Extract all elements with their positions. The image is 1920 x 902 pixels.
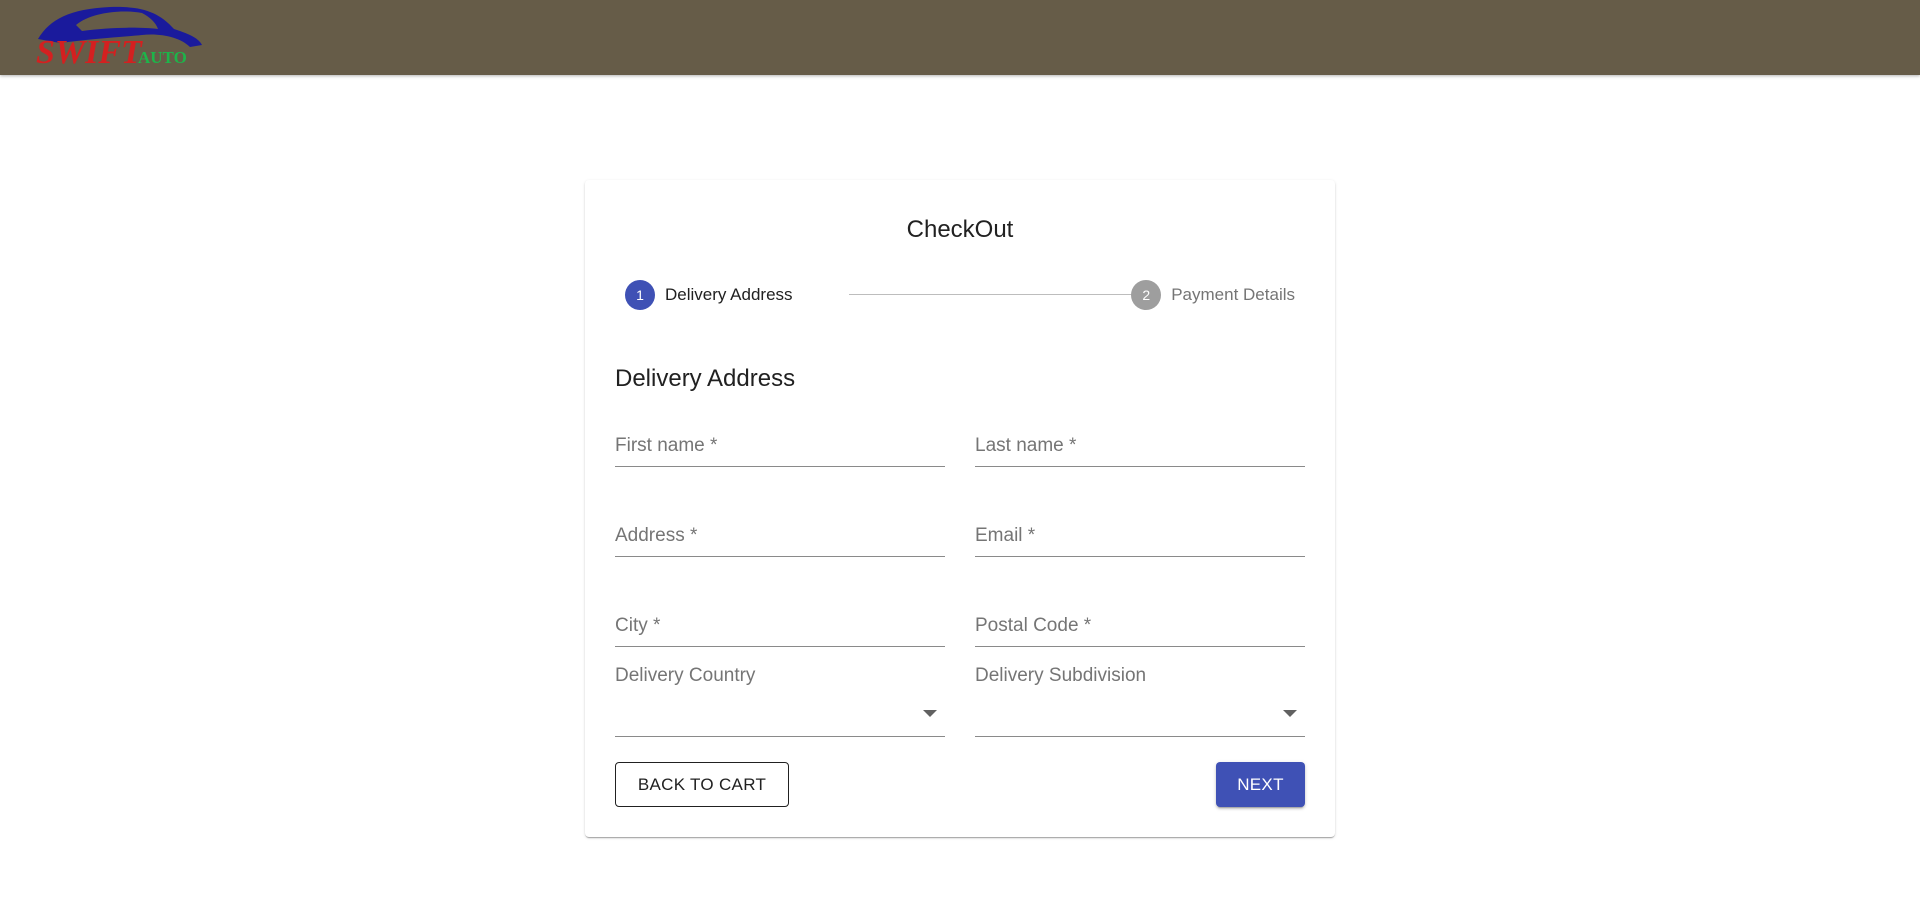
svg-text:AUTO: AUTO [138,48,187,67]
last-name-label: Last name * [975,435,1077,456]
swift-auto-logo[interactable]: SWIFT AUTO [30,3,206,69]
page-title: CheckOut [906,216,1014,243]
step-number-1: 1 [625,280,655,310]
last-name-field[interactable]: Last name * [975,425,1305,467]
address-field[interactable]: Address * [615,515,945,557]
checkout-card: CheckOut 1 Delivery Address 2 Payment De… [585,180,1335,837]
postal-code-label: Postal Code * [975,615,1092,636]
city-label: City * [615,615,661,636]
app-header: SWIFT AUTO [0,0,1920,75]
back-to-cart-button[interactable]: BACK TO CART [615,762,789,807]
section-title: Delivery Address [615,365,796,392]
postal-code-field[interactable]: Postal Code * [975,605,1305,647]
city-field[interactable]: City * [615,605,945,647]
delivery-subdivision-select[interactable]: Delivery Subdivision [975,665,1305,737]
delivery-country-label: Delivery Country [615,665,756,686]
address-label: Address * [615,525,698,546]
delivery-subdivision-label: Delivery Subdivision [975,665,1147,686]
first-name-label: First name * [615,435,718,456]
svg-text:SWIFT: SWIFT [36,34,143,69]
next-button[interactable]: NEXT [1216,762,1305,807]
step-delivery-address: 1 Delivery Address [625,280,793,310]
chevron-down-icon[interactable] [923,710,937,717]
delivery-country-select[interactable]: Delivery Country [615,665,945,737]
email-label: Email * [975,525,1036,546]
step-connector [849,294,1154,295]
chevron-down-icon[interactable] [1283,710,1297,717]
first-name-field[interactable]: First name * [615,425,945,467]
checkout-stepper: 1 Delivery Address 2 Payment Details [625,280,1295,310]
email-field[interactable]: Email * [975,515,1305,557]
step-payment-details: 2 Payment Details [1131,280,1295,310]
step-label-payment-details: Payment Details [1171,285,1295,304]
step-label-delivery-address: Delivery Address [665,285,793,304]
step-number-2: 2 [1131,280,1162,310]
